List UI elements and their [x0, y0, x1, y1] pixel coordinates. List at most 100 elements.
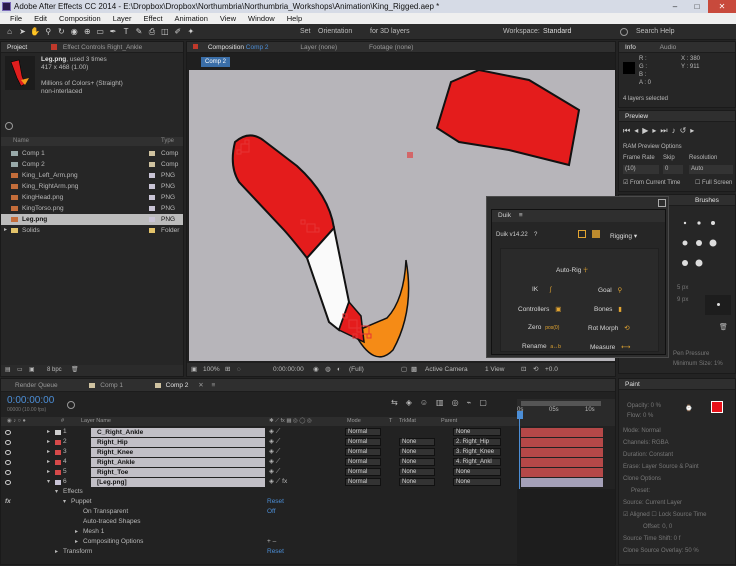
- timeline-timecode[interactable]: 0:00:00:00: [7, 395, 54, 406]
- camera-tool-icon[interactable]: ◉: [69, 26, 80, 37]
- eye-icon[interactable]: [5, 479, 11, 485]
- tab-layer[interactable]: Layer (none): [300, 44, 337, 51]
- timeline-menu-icon[interactable]: ≡: [212, 382, 216, 389]
- opacity-stopwatch-icon[interactable]: ⌚: [685, 405, 692, 412]
- puppet-pin-tool-icon[interactable]: ✦: [185, 26, 196, 37]
- graph-editor-icon[interactable]: ⌁: [467, 398, 480, 407]
- menu-help[interactable]: Help: [281, 13, 308, 24]
- list-item[interactable]: King_Left_Arm.png PNG: [1, 170, 183, 181]
- list-item[interactable]: KingTorso.png PNG: [1, 203, 183, 214]
- maximize-button[interactable]: □: [686, 0, 708, 13]
- roto-brush-tool-icon[interactable]: ✐: [172, 26, 183, 37]
- first-frame-icon[interactable]: ⏮: [623, 126, 634, 135]
- transparency-grid-icon[interactable]: ▩: [411, 363, 417, 376]
- minimize-button[interactable]: –: [664, 0, 686, 13]
- timeline-track-area[interactable]: [517, 489, 615, 566]
- shy-icon[interactable]: ☺: [420, 398, 436, 407]
- full-screen-checkbox[interactable]: ☐ Full Screen: [695, 179, 732, 186]
- search-help-input[interactable]: Search Help: [636, 24, 675, 40]
- layer-switches[interactable]: ◈ ⟋: [269, 437, 280, 447]
- col-type[interactable]: Type: [161, 137, 174, 146]
- last-frame-icon[interactable]: ⏭: [660, 126, 671, 135]
- eye-icon[interactable]: [5, 449, 11, 455]
- tab-audio[interactable]: Audio: [660, 44, 677, 51]
- project-search-icon[interactable]: [5, 122, 13, 130]
- col-t[interactable]: T: [389, 417, 392, 426]
- clone-preset[interactable]: Preset:: [623, 485, 706, 497]
- layer-name[interactable]: [Leg.png]: [91, 477, 265, 487]
- mode-dropdown[interactable]: Normal: [345, 458, 381, 466]
- ram-preview-icon[interactable]: ▸: [690, 126, 698, 135]
- pen-tool-icon[interactable]: ✒: [108, 26, 119, 37]
- measure-button[interactable]: Measure ⟷: [590, 343, 630, 351]
- mode-dropdown[interactable]: Normal: [345, 428, 381, 436]
- tab-footage[interactable]: Footage (none): [369, 44, 413, 51]
- layer-switches[interactable]: ◈ ⟋: [269, 467, 280, 477]
- col-mode[interactable]: Mode: [347, 417, 361, 426]
- paint-mode[interactable]: Mode: Normal: [623, 425, 706, 437]
- bpc-label[interactable]: 8 bpc: [47, 365, 62, 376]
- layer-switches[interactable]: ◈ ⟋: [269, 457, 280, 467]
- timeline-search-icon[interactable]: [67, 401, 75, 409]
- close-button[interactable]: ✕: [708, 0, 736, 13]
- new-folder-icon[interactable]: ▭: [17, 365, 23, 376]
- camera-dropdown[interactable]: Active Camera: [425, 363, 468, 376]
- rename-button[interactable]: Rename a↔b: [522, 343, 561, 350]
- paint-flow[interactable]: Flow: 0 %: [627, 411, 661, 421]
- list-item[interactable]: Comp 2 Comp: [1, 159, 183, 170]
- always-preview-icon[interactable]: ▣: [191, 363, 197, 376]
- grid-icon[interactable]: ⊞: [225, 363, 230, 376]
- show-snapshot-icon[interactable]: ◍: [325, 363, 331, 376]
- parent-dropdown[interactable]: 4. Right_Ankl: [453, 458, 501, 466]
- exposure-value[interactable]: +0.0: [545, 363, 558, 376]
- paint-duration[interactable]: Duration: Constant: [623, 449, 706, 461]
- tab-comp-2[interactable]: Comp 2: [166, 382, 189, 389]
- interpret-footage-icon[interactable]: ▤: [5, 365, 11, 376]
- clone-source[interactable]: Source: Current Layer: [623, 497, 706, 509]
- zero-button[interactable]: Zero pos(0): [528, 324, 559, 331]
- time-ruler[interactable]: 0s 05s 10s: [517, 399, 615, 426]
- col-layer-name[interactable]: Layer Name: [81, 417, 111, 426]
- parent-dropdown[interactable]: None: [453, 478, 501, 486]
- brainstorm-icon[interactable]: ▢: [479, 398, 495, 407]
- twirl-icon[interactable]: ▸: [47, 427, 50, 437]
- transform-reset-link[interactable]: Reset: [267, 547, 284, 557]
- view-layout-dropdown[interactable]: 1 View: [485, 363, 504, 376]
- menu-window[interactable]: Window: [242, 13, 281, 24]
- timeline-close-icon[interactable]: ✕: [198, 382, 203, 389]
- source-time-shift[interactable]: Source Time Shift: 0 f: [623, 533, 706, 545]
- clone-overlay[interactable]: Clone Source Overlay: 50 %: [623, 545, 706, 557]
- workspace-dropdown[interactable]: Standard: [543, 24, 571, 40]
- tab-project[interactable]: Project: [7, 44, 27, 51]
- selection-tool-icon[interactable]: ➤: [17, 26, 28, 37]
- layer-duration-bar[interactable]: [521, 467, 603, 477]
- loop-icon[interactable]: ↺: [680, 126, 691, 135]
- hand-tool-icon[interactable]: ✋: [30, 26, 41, 37]
- type-tool-icon[interactable]: T: [121, 26, 132, 37]
- menu-layer[interactable]: Layer: [107, 13, 138, 24]
- motion-blur-icon[interactable]: ◎: [452, 398, 467, 407]
- tab-render-queue[interactable]: Render Queue: [15, 382, 58, 389]
- region-icon[interactable]: ▢: [401, 363, 407, 376]
- frame-rate-dropdown[interactable]: (10): [623, 165, 659, 174]
- clone-stamp-tool-icon[interactable]: ⎙: [146, 26, 157, 37]
- layer-duration-bar[interactable]: [521, 457, 603, 467]
- list-item[interactable]: Comp 1 Comp: [1, 148, 183, 159]
- color-channel-icon[interactable]: ◐: [337, 363, 341, 376]
- pan-behind-tool-icon[interactable]: ⊕: [82, 26, 93, 37]
- menu-view[interactable]: View: [214, 13, 242, 24]
- layer-name[interactable]: Right_Knee: [91, 447, 265, 457]
- tab-comp-1[interactable]: Comp 1: [100, 382, 123, 389]
- play-icon[interactable]: ▶: [642, 126, 652, 135]
- trkmat-dropdown[interactable]: None: [399, 458, 435, 466]
- list-item-selected[interactable]: Leg.png PNG: [1, 214, 183, 225]
- clone-offset[interactable]: Offset: 0, 0: [623, 521, 706, 533]
- delete-brush-icon[interactable]: 🗑: [719, 323, 728, 331]
- frame-blending-icon[interactable]: ▥: [436, 398, 452, 407]
- mode-dropdown[interactable]: Normal: [345, 438, 381, 446]
- layer-switches[interactable]: ◈ ⟋: [269, 447, 280, 457]
- layer-duration-bar[interactable]: [521, 477, 603, 487]
- on-transparent-value[interactable]: Off: [267, 507, 276, 517]
- menu-animation[interactable]: Animation: [169, 13, 214, 24]
- playhead[interactable]: [517, 411, 523, 419]
